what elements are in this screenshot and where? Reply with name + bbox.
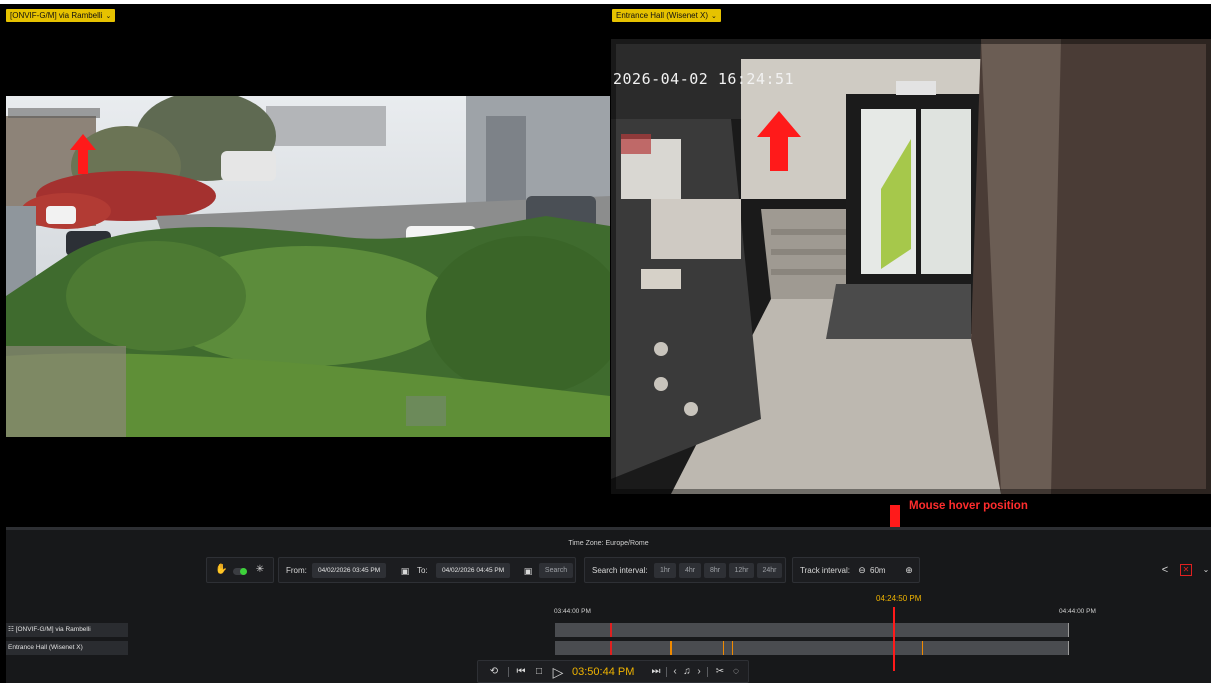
chevron-down-icon[interactable]: ⌄ (1201, 564, 1211, 576)
timezone-label: Time Zone: Europe/Rome (568, 540, 649, 547)
track-interval-value: 60m (870, 566, 886, 575)
motion-toggle[interactable] (233, 568, 247, 575)
indoor-scene (611, 39, 1211, 494)
current-playback-time: 03:50:44 PM (572, 666, 635, 678)
video-feed-left[interactable] (6, 96, 610, 437)
track-interval-label: Track interval: (800, 566, 850, 575)
event-marker[interactable] (610, 641, 612, 655)
search-button[interactable]: Search (539, 563, 573, 578)
annotation-arrow-right (757, 111, 801, 171)
play-icon[interactable]: ▷ (551, 665, 565, 679)
timeline-end-label: 04:44:00 PM (1059, 608, 1096, 615)
track-label-0[interactable]: ☷ [ONVIF-G/M] via Rambelli (6, 623, 128, 637)
track-bar-0[interactable] (555, 623, 1069, 637)
annotation-arrow-left (70, 134, 96, 174)
search-interval-1hr[interactable]: 1hr (654, 563, 676, 578)
event-marker[interactable] (723, 641, 724, 655)
event-marker[interactable] (670, 641, 672, 655)
camera-label-left: [ONVIF-G/M] via Rambelli (10, 11, 103, 20)
search-interval-24hr[interactable]: 24hr (757, 563, 782, 578)
stop-icon[interactable]: □ (533, 665, 545, 679)
playback-controls: ⟲ ⏮ □ ▷ 03:50:44 PM ⏭ ‹ ♫ › ✂ ◌ (477, 660, 749, 683)
hover-annotation-caption: Mouse hover position (909, 500, 1028, 512)
camera-timestamp-overlay: 2026-04-02 16:24:51 (613, 70, 795, 88)
motion-icon[interactable]: ✳ (254, 564, 266, 576)
search-interval-4hr[interactable]: 4hr (679, 563, 701, 578)
hover-time-label: 04:24:50 PM (876, 594, 922, 603)
bell-icon[interactable]: ♫ (681, 665, 693, 679)
separator (666, 667, 667, 677)
video-feed-right[interactable]: 2026-04-02 16:24:51 (611, 39, 1211, 494)
timeline-start-label: 03:44:00 PM (554, 608, 591, 615)
top-border (0, 0, 1211, 4)
zoom-in-icon[interactable]: ⊕ (903, 564, 915, 576)
skip-back-icon[interactable]: ⏮ (515, 665, 527, 679)
skip-forward-icon[interactable]: ⏭ (650, 665, 662, 679)
date-range-group: From: 04/02/2026 03:45 PM ▣ To: 04/02/20… (278, 557, 576, 583)
snapshot-icon[interactable]: ◌ (730, 665, 742, 679)
separator (508, 667, 509, 677)
search-interval-12hr[interactable]: 12hr (729, 563, 754, 578)
share-icon[interactable]: < (1159, 564, 1171, 576)
event-marker[interactable] (732, 641, 733, 655)
camera-selector-left[interactable]: [ONVIF-G/M] via Rambelli ⌄ (6, 9, 116, 22)
hover-position-line (893, 607, 895, 671)
scissors-icon[interactable]: ✂ (714, 665, 726, 679)
view-mode-group: ✋ ✳ (206, 557, 274, 583)
from-label: From: (286, 566, 307, 575)
calendar-icon[interactable]: ▣ (522, 565, 534, 577)
search-interval-group: Search interval: 1hr 4hr 8hr 12hr 24hr (584, 557, 786, 583)
close-icon[interactable]: ✕ (1180, 564, 1192, 576)
chevron-left-icon[interactable]: ‹ (671, 665, 679, 679)
to-label: To: (417, 566, 428, 575)
track-end-cap (1068, 641, 1069, 655)
track-interval-group: Track interval: ⊖ 60m ⊕ (792, 557, 920, 583)
separator (707, 667, 708, 677)
track-end-cap (1068, 623, 1069, 637)
chevron-down-icon: ⌄ (105, 13, 112, 20)
camera-label-right: Entrance Hall (Wisenet X) (616, 11, 709, 20)
search-interval-label: Search interval: (592, 566, 648, 575)
camera-selector-right[interactable]: Entrance Hall (Wisenet X) ⌄ (612, 9, 721, 22)
track-label-1[interactable]: Entrance Hall (Wisenet X) (6, 641, 128, 655)
track-bar-1[interactable] (555, 641, 1069, 655)
outdoor-scene (6, 96, 610, 437)
hand-icon[interactable]: ✋ (215, 564, 227, 576)
event-marker[interactable] (610, 623, 612, 637)
zoom-out-icon[interactable]: ⊖ (856, 564, 868, 576)
calendar-icon[interactable]: ▣ (399, 565, 411, 577)
event-marker[interactable] (922, 641, 923, 655)
chevron-right-icon[interactable]: › (695, 665, 703, 679)
loop-icon[interactable]: ⟲ (486, 665, 502, 679)
chevron-down-icon: ⌄ (711, 13, 717, 20)
video-area: [ONVIF-G/M] via Rambelli ⌄ Entrance Hall … (0, 0, 1211, 527)
from-date-field[interactable]: 04/02/2026 03:45 PM (312, 563, 387, 578)
to-date-field[interactable]: 04/02/2026 04:45 PM (436, 563, 511, 578)
search-interval-8hr[interactable]: 8hr (704, 563, 726, 578)
playback-panel: Time Zone: Europe/Rome ✋ ✳ From: 04/02/2… (6, 530, 1211, 683)
